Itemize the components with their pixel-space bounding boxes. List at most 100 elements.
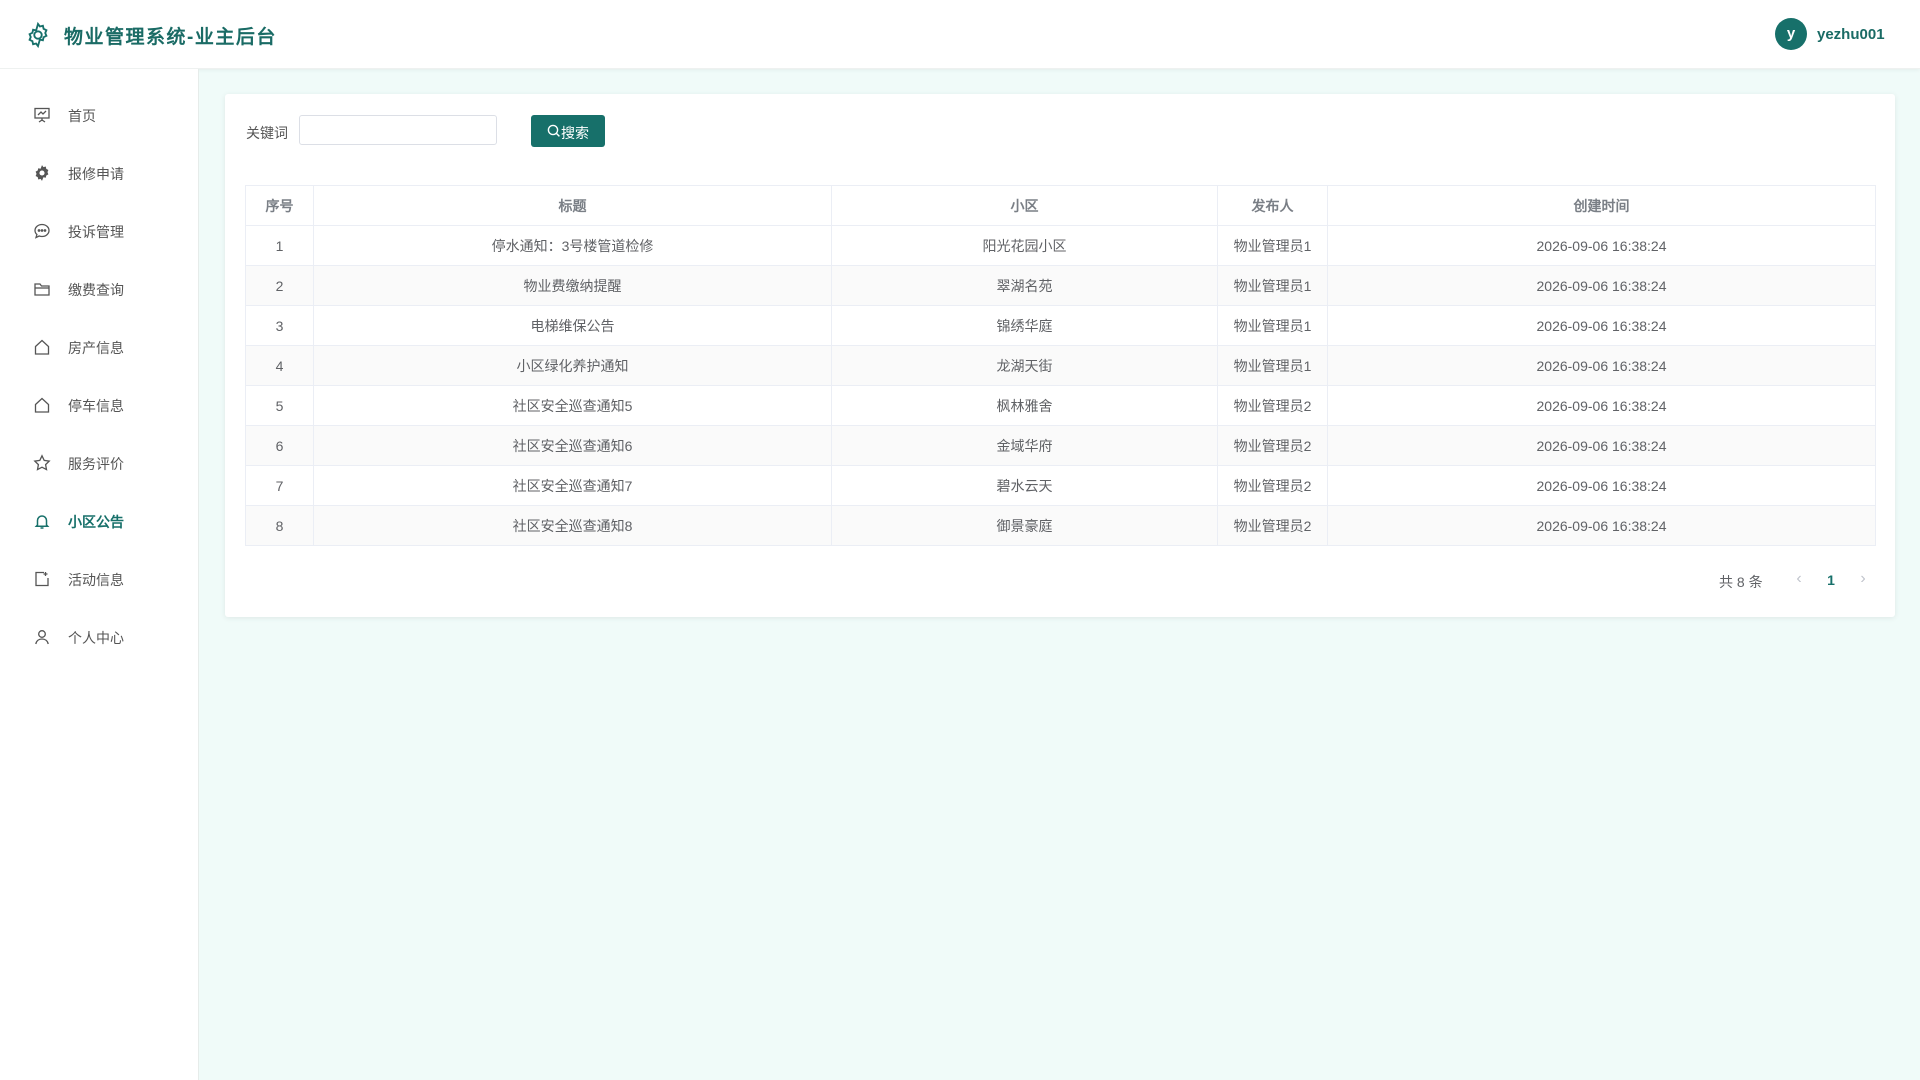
house-icon [33, 396, 51, 414]
column-header-created-time[interactable]: 创建时间 [1327, 185, 1876, 226]
cell-community: 御景豪庭 [831, 505, 1218, 546]
gear-icon [33, 164, 51, 182]
cell-publisher: 物业管理员2 [1217, 385, 1328, 426]
cell-created-time: 2026-09-06 16:38:24 [1327, 225, 1876, 266]
sidebar-item-review[interactable]: 服务评价 [0, 441, 198, 485]
cell-title: 社区安全巡查通知7 [313, 465, 832, 506]
sidebar-item-repair[interactable]: 报修申请 [0, 151, 198, 195]
cell-title: 电梯维保公告 [313, 305, 832, 346]
sidebar-item-property[interactable]: 房产信息 [0, 325, 198, 369]
pagination-page-current[interactable]: 1 [1821, 572, 1841, 588]
cell-title: 停水通知：3号楼管道检修 [313, 225, 832, 266]
cell-publisher: 物业管理员2 [1217, 425, 1328, 466]
house-icon [33, 338, 51, 356]
cell-publisher: 物业管理员1 [1217, 265, 1328, 306]
username-label[interactable]: yezhu001 [1817, 26, 1885, 43]
cell-publisher: 物业管理员2 [1217, 465, 1328, 506]
cell-created-time: 2026-09-06 16:38:24 [1327, 265, 1876, 306]
table-row[interactable]: 1 停水通知：3号楼管道检修 阳光花园小区 物业管理员1 2026-09-06 16:3… [245, 225, 1876, 266]
cell-community: 龙湖天街 [831, 345, 1218, 386]
cell-created-time: 2026-09-06 16:38:24 [1327, 385, 1876, 426]
chevron-left-icon[interactable]: ‹ [1791, 570, 1807, 588]
cell-title: 社区安全巡查通知5 [313, 385, 832, 426]
search-icon [547, 124, 561, 138]
event-icon [33, 570, 51, 588]
table-row[interactable]: 4 小区绿化养护通知 龙湖天街 物业管理员1 2026-09-06 16:38:24 [245, 345, 1876, 386]
cell-community: 碧水云天 [831, 465, 1218, 506]
table-row[interactable]: 5 社区安全巡查通知5 枫林雅舍 物业管理员2 2026-09-06 16:38:24 [245, 385, 1876, 426]
search-button[interactable]: 搜索 [531, 115, 605, 147]
sidebar-item-label: 投诉管理 [68, 224, 124, 240]
cell-index: 4 [245, 345, 314, 386]
cell-created-time: 2026-09-06 16:38:24 [1327, 425, 1876, 466]
cell-index: 1 [245, 225, 314, 266]
top-header: 物业管理系统-业主后台 y yezhu001 [0, 0, 1920, 69]
cell-title: 社区安全巡查通知6 [313, 425, 832, 466]
chat-bubble-icon [33, 222, 51, 240]
cell-publisher: 物业管理员2 [1217, 505, 1328, 546]
sidebar-item-label: 报修申请 [68, 166, 124, 182]
bell-icon [33, 512, 51, 530]
folder-icon [33, 280, 51, 298]
cell-index: 8 [245, 505, 314, 546]
cell-title: 物业费缴纳提醒 [313, 265, 832, 306]
table-row[interactable]: 6 社区安全巡查通知6 金域华府 物业管理员2 2026-09-06 16:38:24 [245, 425, 1876, 466]
app-title: 物业管理系统-业主后台 [64, 27, 277, 48]
cell-publisher: 物业管理员1 [1217, 225, 1328, 266]
cell-created-time: 2026-09-06 16:38:24 [1327, 345, 1876, 386]
keyword-input[interactable] [299, 115, 497, 145]
sidebar-item-label: 小区公告 [68, 514, 124, 530]
sidebar-item-label: 服务评价 [68, 456, 124, 472]
column-header-community[interactable]: 小区 [831, 185, 1218, 226]
table-header-row: 序号 标题 小区 发布人 创建时间 [245, 185, 1876, 226]
notice-table: 序号 标题 小区 发布人 创建时间 1 停水通知：3号楼管道检修 阳光花园小区 物业管… [245, 185, 1876, 546]
sidebar-item-profile[interactable]: 个人中心 [0, 615, 198, 659]
sidebar-item-label: 缴费查询 [68, 282, 124, 298]
table-row[interactable]: 8 社区安全巡查通知8 御景豪庭 物业管理员2 2026-09-06 16:38:24 [245, 505, 1876, 546]
sidebar-item-notice[interactable]: 小区公告 [0, 499, 198, 543]
cell-created-time: 2026-09-06 16:38:24 [1327, 505, 1876, 546]
search-button-label: 搜索 [561, 125, 589, 141]
cell-title: 社区安全巡查通知8 [313, 505, 832, 546]
gear-icon [24, 21, 52, 49]
cell-community: 阳光花园小区 [831, 225, 1218, 266]
star-icon [33, 454, 51, 472]
sidebar-item-payment[interactable]: 缴费查询 [0, 267, 198, 311]
cell-community: 金域华府 [831, 425, 1218, 466]
sidebar-item-label: 房产信息 [68, 340, 124, 356]
column-header-publisher[interactable]: 发布人 [1217, 185, 1328, 226]
column-header-index[interactable]: 序号 [245, 185, 314, 226]
column-header-title[interactable]: 标题 [313, 185, 832, 226]
sidebar-item-label: 活动信息 [68, 572, 124, 588]
sidebar: 首页 报修申请 投诉管理 缴费查询 房产信息 停车信息 服务评价 小区公告 活动… [0, 69, 199, 1080]
keyword-label: 关键词 [246, 125, 288, 141]
cell-title: 小区绿化养护通知 [313, 345, 832, 386]
cell-publisher: 物业管理员1 [1217, 305, 1328, 346]
table-row[interactable]: 7 社区安全巡查通知7 碧水云天 物业管理员2 2026-09-06 16:38:24 [245, 465, 1876, 506]
avatar[interactable]: y [1775, 18, 1807, 50]
presentation-board-icon [33, 106, 51, 124]
sidebar-item-activity[interactable]: 活动信息 [0, 557, 198, 601]
sidebar-item-home[interactable]: 首页 [0, 93, 198, 137]
sidebar-item-parking[interactable]: 停车信息 [0, 383, 198, 427]
cell-index: 3 [245, 305, 314, 346]
cell-community: 枫林雅舍 [831, 385, 1218, 426]
sidebar-item-label: 首页 [68, 108, 96, 124]
cell-index: 5 [245, 385, 314, 426]
cell-community: 翠湖名苑 [831, 265, 1218, 306]
sidebar-item-label: 个人中心 [68, 630, 124, 646]
cell-index: 6 [245, 425, 314, 466]
notice-list-panel: 关键词 搜索 序号 标题 小区 发布人 创建时间 1 停水通知：3号楼管道检修 阳光… [225, 94, 1895, 617]
sidebar-item-label: 停车信息 [68, 398, 124, 414]
cell-index: 2 [245, 265, 314, 306]
cell-index: 7 [245, 465, 314, 506]
pagination-total: 共 8 条 [1719, 574, 1763, 590]
user-icon [33, 628, 51, 646]
cell-publisher: 物业管理员1 [1217, 345, 1328, 386]
chevron-right-icon[interactable]: › [1855, 570, 1871, 588]
cell-created-time: 2026-09-06 16:38:24 [1327, 465, 1876, 506]
sidebar-item-complaint[interactable]: 投诉管理 [0, 209, 198, 253]
table-row[interactable]: 3 电梯维保公告 锦绣华庭 物业管理员1 2026-09-06 16:38:24 [245, 305, 1876, 346]
cell-created-time: 2026-09-06 16:38:24 [1327, 305, 1876, 346]
table-row[interactable]: 2 物业费缴纳提醒 翠湖名苑 物业管理员1 2026-09-06 16:38:24 [245, 265, 1876, 306]
